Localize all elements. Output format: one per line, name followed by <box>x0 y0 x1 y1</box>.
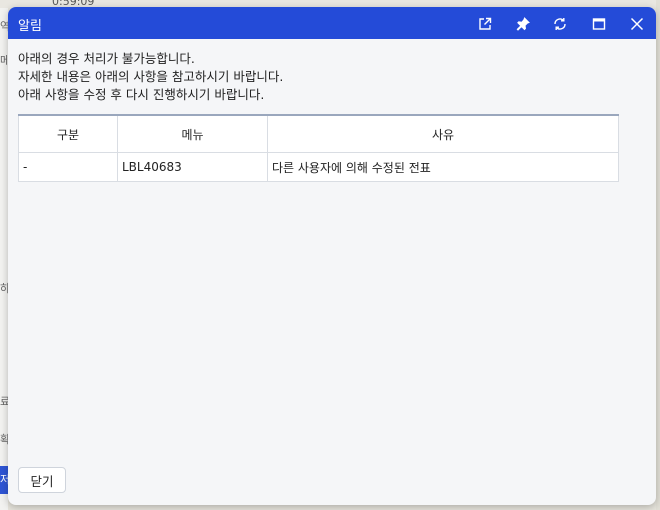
error-table: 구분 메뉴 사유 - LBL40683 다른 사용자에 의해 수정된 전표 <box>18 114 619 182</box>
dialog-titlebar[interactable]: 알림 <box>8 7 656 39</box>
background-text-fragment: 료 <box>0 395 8 408</box>
cell-reason: 다른 사용자에 의해 수정된 전표 <box>267 152 619 182</box>
table-row[interactable]: - LBL40683 다른 사용자에 의해 수정된 전표 <box>18 152 619 182</box>
cell-menu: LBL40683 <box>117 152 268 182</box>
background-text-fragment: 확 <box>0 433 8 446</box>
background-text-fragment: 역 <box>0 20 8 33</box>
message-line: 자세한 내용은 아래의 사항을 참고하시기 바랍니다. <box>18 69 284 84</box>
background-save-tab[interactable]: 저 <box>0 466 8 494</box>
background-right-edge <box>656 0 660 510</box>
alert-dialog: 알림 아래의 경우 처리가 불가능합니다. 자세한 내용은 아래의 사항을 참고… <box>8 7 656 505</box>
pin-icon[interactable] <box>512 13 534 35</box>
close-button[interactable]: 닫기 <box>18 467 66 493</box>
background-text-fragment: 메 <box>0 54 8 67</box>
cell-category: - <box>18 152 118 182</box>
close-icon[interactable] <box>626 13 648 35</box>
column-header-reason: 사유 <box>267 114 619 153</box>
table-header-row: 구분 메뉴 사유 <box>18 114 619 153</box>
dialog-title: 알림 <box>18 19 42 34</box>
message-line: 아래 사항을 수정 후 다시 진행하시기 바랍니다. <box>18 87 265 102</box>
column-header-menu: 메뉴 <box>117 114 268 153</box>
maximize-icon[interactable] <box>588 13 610 35</box>
dialog-message: 아래의 경우 처리가 불가능합니다. 자세한 내용은 아래의 사항을 참고하시기… <box>18 50 283 104</box>
message-line: 아래의 경우 처리가 불가능합니다. <box>18 51 195 66</box>
external-link-icon[interactable] <box>474 13 496 35</box>
background-text-fragment: 하 <box>0 282 8 295</box>
column-header-category: 구분 <box>18 114 118 153</box>
refresh-icon[interactable] <box>549 13 571 35</box>
